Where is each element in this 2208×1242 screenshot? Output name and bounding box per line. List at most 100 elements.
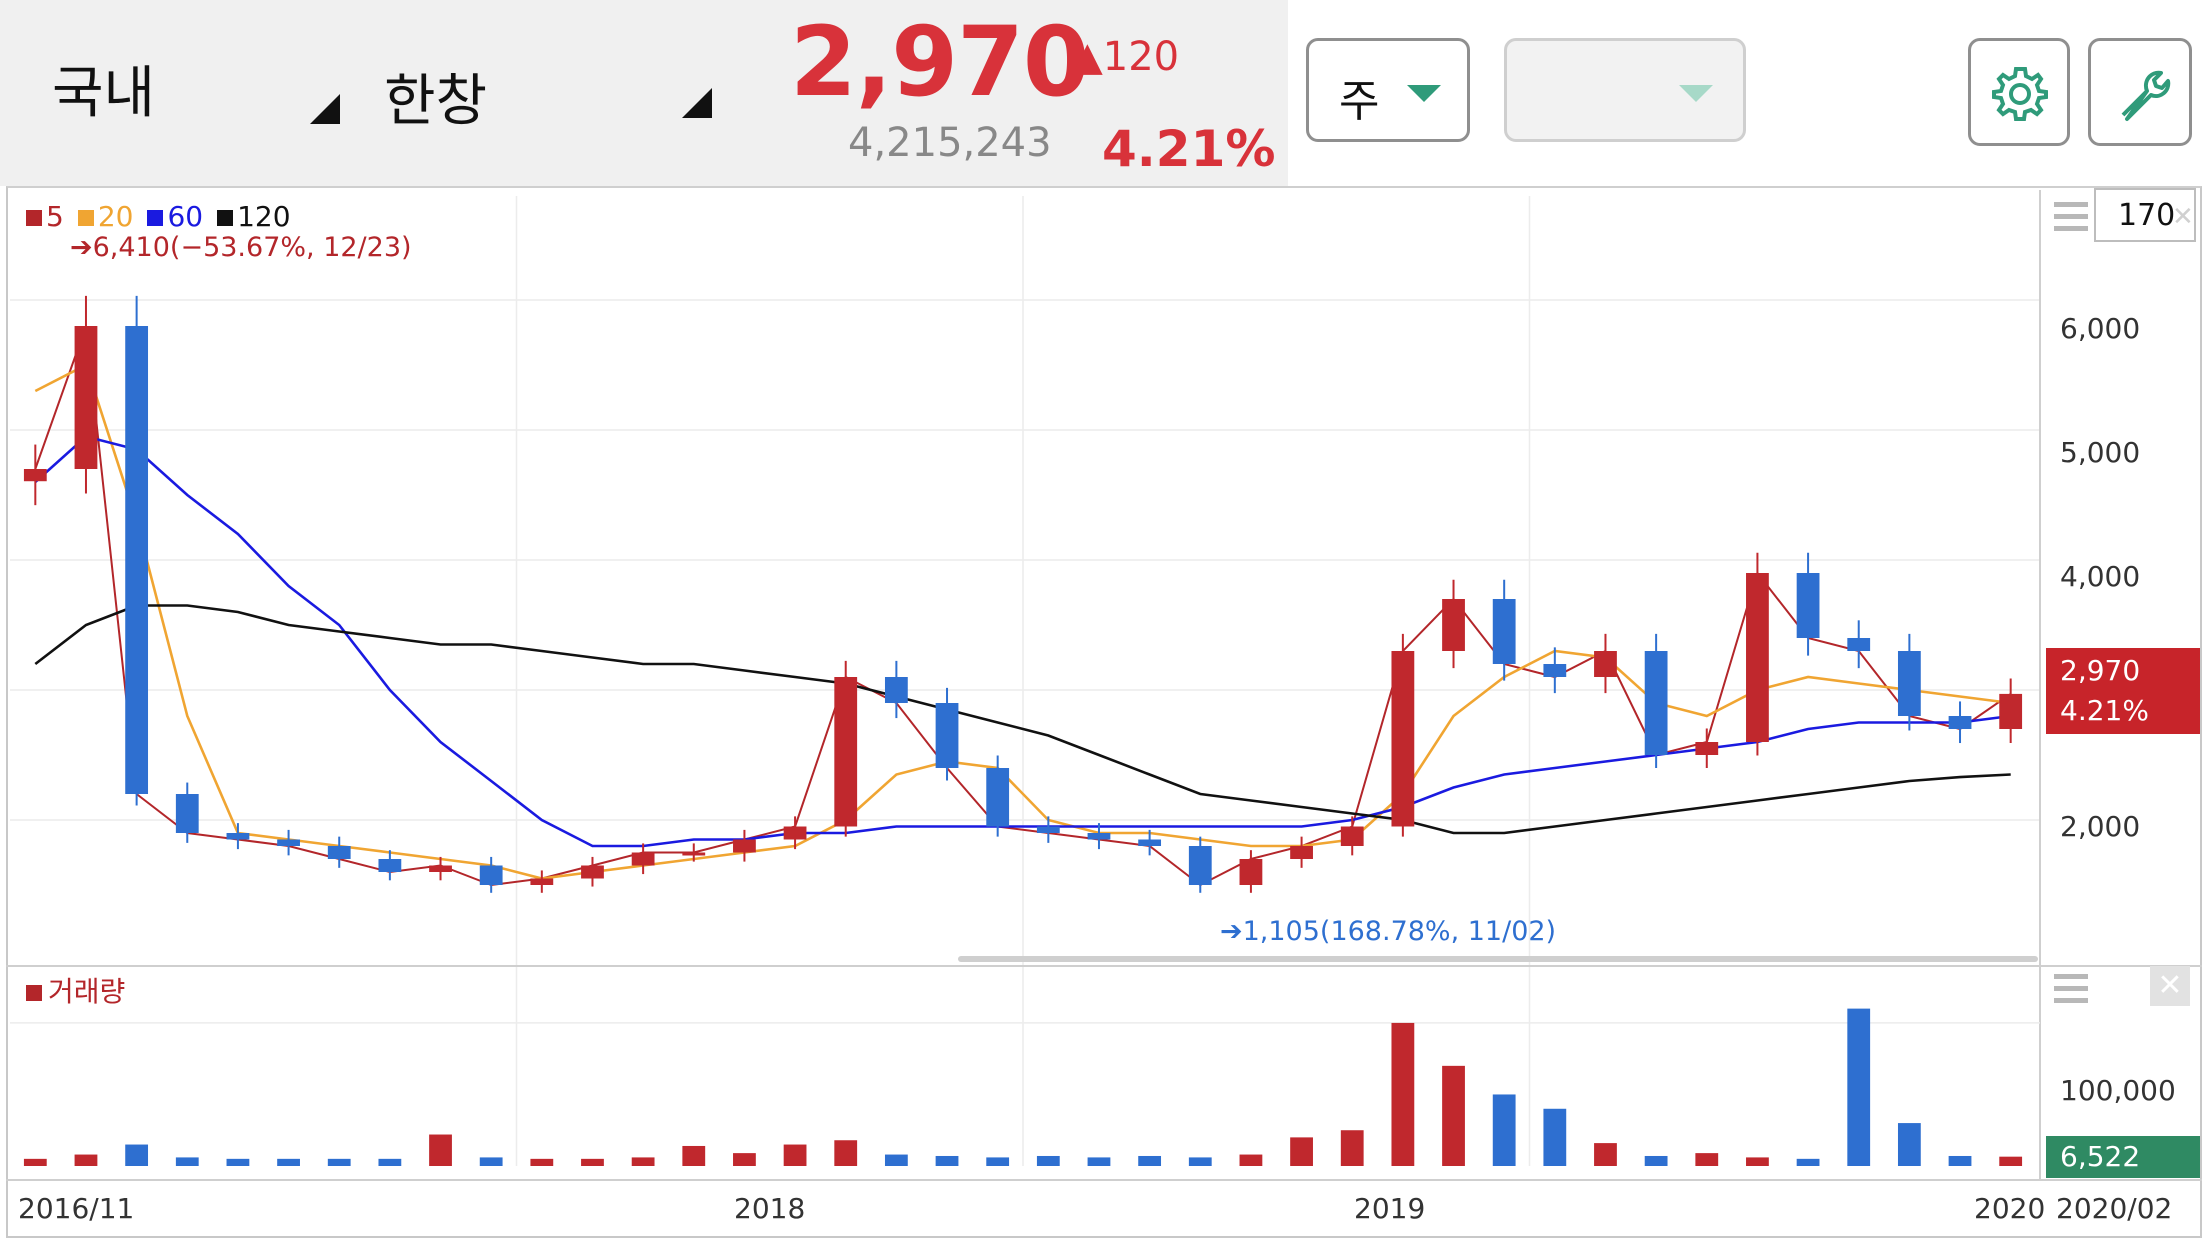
stock-chart[interactable] bbox=[0, 0, 2208, 1242]
x-label-2019: 2019 bbox=[1354, 1192, 1426, 1225]
candle-body bbox=[23, 469, 47, 482]
volume-last-tag-value: 6,522 bbox=[2060, 1140, 2141, 1173]
volume-bar bbox=[175, 1157, 199, 1166]
volume-bar bbox=[1087, 1157, 1111, 1166]
volume-bar bbox=[884, 1154, 908, 1166]
volume-bar bbox=[1594, 1143, 1617, 1166]
volume-legend-label: 거래량 bbox=[48, 975, 126, 1008]
legend-swatch-60 bbox=[147, 210, 164, 226]
volume-bar bbox=[74, 1154, 98, 1166]
volume-bar bbox=[226, 1158, 250, 1166]
candle-body bbox=[1087, 833, 1111, 840]
x-label-2020: 2020 bbox=[1974, 1192, 2046, 1225]
candle-body bbox=[378, 859, 402, 872]
candle-body bbox=[429, 865, 452, 872]
volume-bar bbox=[1644, 1155, 1668, 1166]
close-icon[interactable]: ✕ bbox=[2172, 202, 2194, 232]
candle-body bbox=[1290, 846, 1313, 859]
candle-body bbox=[1138, 839, 1162, 846]
x-label-2016-11: 2016/11 bbox=[18, 1192, 135, 1225]
volume-bar bbox=[1239, 1154, 1263, 1166]
candle-body bbox=[1391, 651, 1415, 827]
current-price-tag: 2,970 4.21% bbox=[2046, 648, 2200, 734]
horizontal-scrollbar[interactable] bbox=[958, 956, 2038, 962]
candle-body bbox=[74, 326, 98, 469]
candle-body bbox=[1695, 742, 1719, 755]
legend-label-120: 120 bbox=[237, 200, 291, 233]
legend-swatch-5 bbox=[26, 210, 42, 226]
min-price-annotation: ➔1,105(168.78%, 11/02) bbox=[1220, 916, 1557, 947]
candle-body bbox=[1188, 846, 1212, 885]
candle-body bbox=[733, 839, 756, 853]
volume-close-icon[interactable]: ✕ bbox=[2150, 966, 2190, 1006]
legend-label-5: 5 bbox=[46, 200, 64, 233]
volume-bar bbox=[1897, 1123, 1921, 1166]
volume-bar bbox=[1847, 1008, 1871, 1166]
volume-bar bbox=[682, 1145, 706, 1166]
volume-bar bbox=[23, 1158, 47, 1166]
candle-body bbox=[175, 794, 199, 833]
candle-body bbox=[327, 846, 351, 859]
volume-bar bbox=[530, 1158, 554, 1166]
candle-body bbox=[1948, 716, 1972, 729]
candle-body bbox=[986, 768, 1010, 827]
count-input[interactable]: 170 ✕ bbox=[2094, 188, 2196, 242]
volume-bar bbox=[125, 1144, 149, 1166]
volume-bar bbox=[986, 1157, 1010, 1166]
candle-body bbox=[1897, 651, 1921, 716]
y-tick-5000: 5,000 bbox=[2060, 436, 2141, 469]
legend-swatch-120 bbox=[217, 210, 234, 226]
volume-bar bbox=[327, 1158, 351, 1166]
volume-bar bbox=[1188, 1157, 1212, 1166]
candle-body bbox=[682, 852, 706, 856]
candle-body bbox=[1340, 826, 1364, 846]
menu-icon[interactable] bbox=[2054, 200, 2088, 234]
candle-body bbox=[277, 839, 300, 846]
legend-swatch-20 bbox=[77, 210, 94, 226]
y-tick-6000: 6,000 bbox=[2060, 312, 2141, 345]
ma-legend: 5 20 60 120 bbox=[26, 200, 291, 233]
volume-bar bbox=[1948, 1155, 1972, 1166]
candle-body bbox=[1239, 859, 1263, 885]
candle-body bbox=[1746, 573, 1769, 742]
legend-label-60: 60 bbox=[167, 200, 204, 233]
candle-body bbox=[834, 677, 858, 827]
candle-body bbox=[1543, 664, 1567, 677]
volume-bar bbox=[1391, 1022, 1415, 1166]
volume-bar bbox=[277, 1158, 300, 1166]
volume-bar bbox=[1036, 1155, 1060, 1166]
current-pct-tag-value: 4.21% bbox=[2060, 694, 2149, 727]
candle-body bbox=[479, 865, 503, 885]
max-price-annotation: ➔6,410(−53.67%, 12/23) bbox=[70, 232, 412, 263]
volume-bar bbox=[1442, 1065, 1465, 1166]
volume-bar bbox=[1999, 1156, 2023, 1166]
candle-body bbox=[1644, 651, 1668, 755]
volume-menu-icon[interactable] bbox=[2054, 972, 2088, 1006]
volume-bar bbox=[1290, 1137, 1313, 1166]
volume-bar bbox=[1138, 1155, 1162, 1166]
volume-bar bbox=[581, 1158, 604, 1166]
candle-body bbox=[125, 326, 149, 794]
volume-bar bbox=[479, 1157, 503, 1166]
volume-bar bbox=[1492, 1094, 1516, 1166]
volume-bar bbox=[834, 1140, 858, 1166]
volume-bar bbox=[733, 1153, 756, 1166]
volume-bar bbox=[378, 1158, 402, 1166]
candle-body bbox=[1999, 693, 2023, 729]
candle-body bbox=[935, 703, 959, 768]
legend-label-20: 20 bbox=[97, 200, 134, 233]
volume-legend: 거래량 bbox=[26, 970, 125, 1010]
volume-bar bbox=[935, 1155, 959, 1166]
candle-body bbox=[530, 878, 554, 885]
x-label-2018: 2018 bbox=[734, 1192, 806, 1225]
volume-bar bbox=[1543, 1108, 1567, 1166]
candle-body bbox=[1442, 599, 1465, 651]
candle-body bbox=[1847, 638, 1871, 651]
volume-bar bbox=[1695, 1153, 1719, 1166]
y-tick-2000: 2,000 bbox=[2060, 810, 2141, 843]
volume-bar bbox=[1746, 1157, 1769, 1166]
candle-body bbox=[581, 865, 604, 879]
volume-bar bbox=[1340, 1130, 1364, 1166]
candle-body bbox=[1036, 826, 1060, 833]
candle-body bbox=[1594, 651, 1617, 677]
